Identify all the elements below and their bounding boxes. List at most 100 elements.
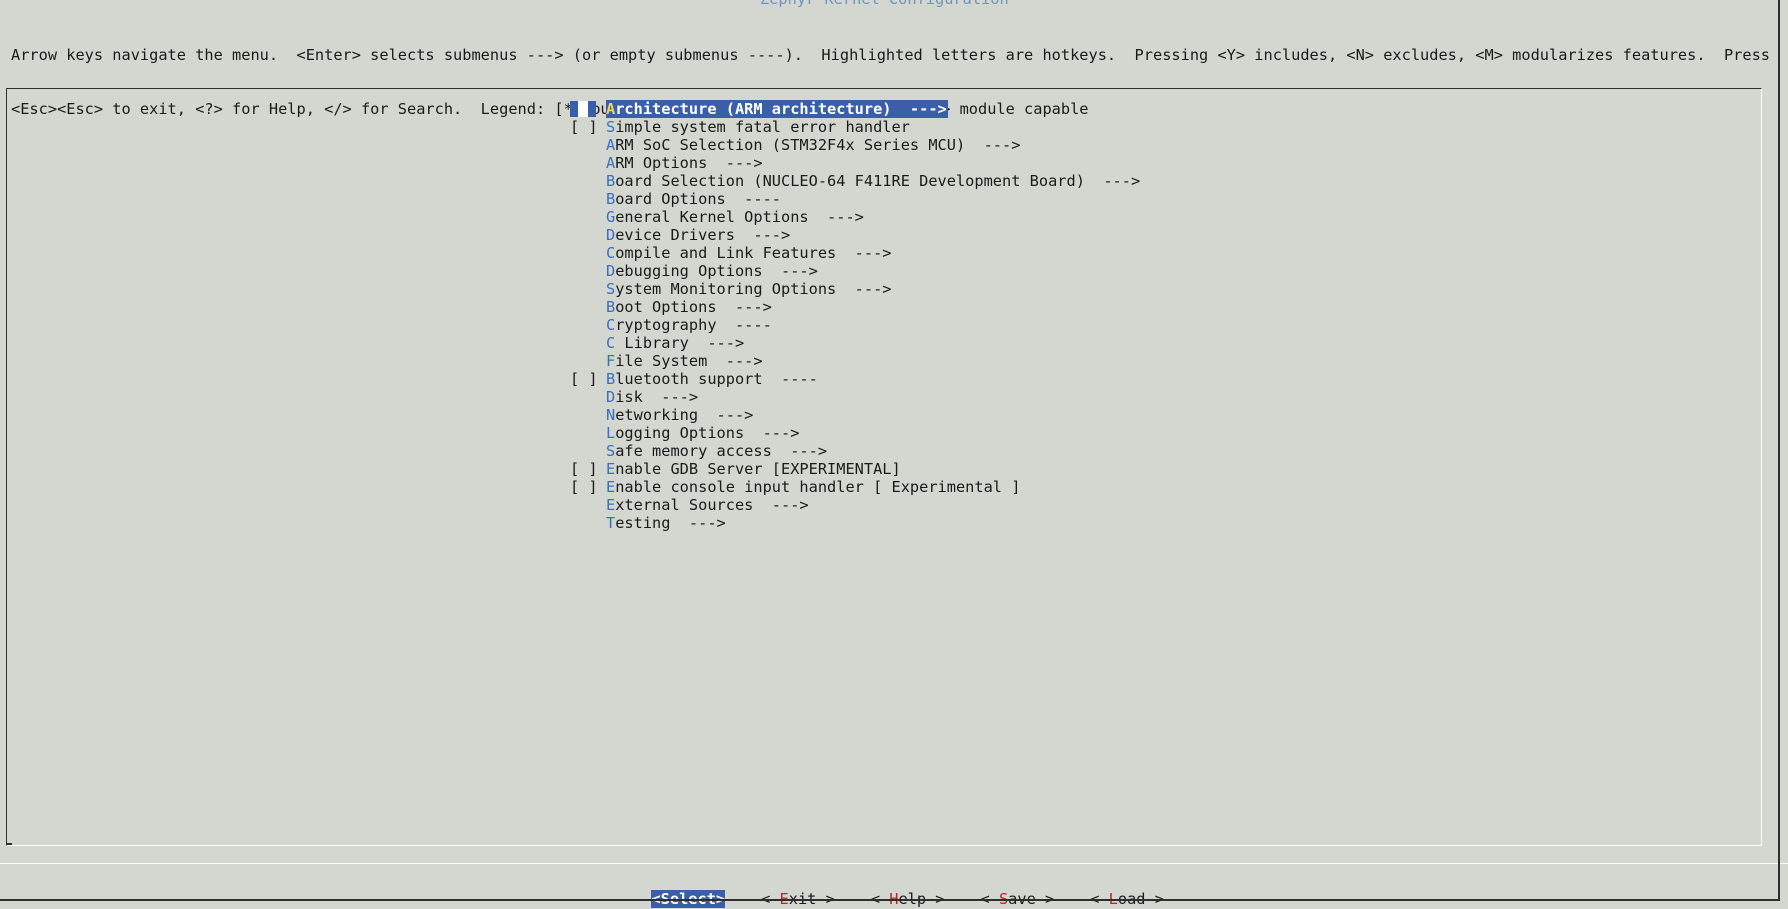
- menu-item[interactable]: File System --->: [570, 352, 1140, 370]
- menu-item[interactable]: ARM SoC Selection (STM32F4x Series MCU) …: [570, 136, 1140, 154]
- menu-item-label: Compile and Link Features --->: [606, 244, 892, 262]
- menu-item-hotkey: N: [606, 406, 616, 424]
- menu-item-label: Bluetooth support ----: [606, 370, 818, 388]
- menu-item-checkbox: [ ]: [570, 370, 598, 388]
- menu-item[interactable]: [ ] Bluetooth support ----: [570, 370, 1140, 388]
- menu-item-hotkey: C: [606, 316, 616, 334]
- menu-item-label: Networking --->: [606, 406, 753, 424]
- menu-item[interactable]: ARM Options --->: [570, 154, 1140, 172]
- menu-item[interactable]: Safe memory access --->: [570, 442, 1140, 460]
- menu-cursor: [570, 101, 578, 117]
- menu-item-text: oot Options --->: [615, 298, 772, 316]
- menu-item-text: rchitecture (ARM architecture) --->: [615, 100, 947, 118]
- menu-item-text: isk --->: [615, 388, 699, 406]
- menu-item-checkbox: [ ]: [570, 118, 598, 136]
- menu-item-label: Simple system fatal error handler: [606, 118, 910, 136]
- menu-item-hotkey: F: [606, 352, 616, 370]
- menu-item-hotkey: E: [606, 460, 616, 478]
- menu-item-label: System Monitoring Options --->: [606, 280, 892, 298]
- menu-item[interactable]: Networking --->: [570, 406, 1140, 424]
- menu-item-hotkey: C: [606, 244, 616, 262]
- menu-item[interactable]: Architecture (ARM architecture) --->: [570, 100, 1140, 118]
- menu-item-label: Board Options ----: [606, 190, 781, 208]
- menu-item-text: ryptography ----: [615, 316, 772, 334]
- help-line-1: Arrow keys navigate the menu. <Enter> se…: [11, 46, 1771, 64]
- menu-item-text: ebugging Options --->: [615, 262, 818, 280]
- menu-item[interactable]: Board Options ----: [570, 190, 1140, 208]
- menu-item[interactable]: [ ] Simple system fatal error handler: [570, 118, 1140, 136]
- menu-item[interactable]: C Library --->: [570, 334, 1140, 352]
- menu-item-hotkey: B: [606, 370, 616, 388]
- menu-item-hotkey: E: [606, 496, 616, 514]
- menu-item-hotkey: B: [606, 298, 616, 316]
- menu-item-hotkey: G: [606, 208, 616, 226]
- menu-item-label: C Library --->: [606, 334, 744, 352]
- bottom-separator: [0, 863, 1788, 864]
- menu-item-text: ystem Monitoring Options --->: [615, 280, 892, 298]
- menu-item[interactable]: Testing --->: [570, 514, 1140, 532]
- menu-item-text: xternal Sources --->: [615, 496, 809, 514]
- menu-item-label: Logging Options --->: [606, 424, 799, 442]
- menu-item[interactable]: [ ] Enable console input handler [ Experi…: [570, 478, 1140, 496]
- menu-item-hotkey: S: [606, 118, 616, 136]
- menu-item-checkbox: [ ]: [570, 478, 598, 496]
- menu-item[interactable]: Logging Options --->: [570, 424, 1140, 442]
- menu-item[interactable]: Board Selection (NUCLEO-64 F411RE Develo…: [570, 172, 1140, 190]
- menu-item-hotkey: B: [606, 172, 616, 190]
- menu-item-label: Testing --->: [606, 514, 726, 532]
- menu-cursor-pad: [588, 101, 596, 117]
- window-right-edge: [1778, 0, 1780, 900]
- menu-item-label: ARM SoC Selection (STM32F4x Series MCU) …: [606, 136, 1020, 154]
- menu-item-label: Enable GDB Server [EXPERIMENTAL]: [606, 460, 901, 478]
- window-title: Zephyr Kernel Configuration: [760, 0, 1009, 8]
- menu-item-hotkey: B: [606, 190, 616, 208]
- menu-item-hotkey: D: [606, 388, 616, 406]
- menu-item[interactable]: System Monitoring Options --->: [570, 280, 1140, 298]
- menu-item-checkbox: [ ]: [570, 460, 598, 478]
- menu-item-text: ogging Options --->: [615, 424, 800, 442]
- menu-item-text: RM SoC Selection (STM32F4x Series MCU) -…: [615, 136, 1021, 154]
- menu-item-hotkey: C: [606, 334, 616, 352]
- menu-item-label: General Kernel Options --->: [606, 208, 864, 226]
- menu-item-text: eneral Kernel Options --->: [615, 208, 864, 226]
- menu-item-hotkey: D: [606, 262, 616, 280]
- menu-item-label: Disk --->: [606, 388, 698, 406]
- menu-cursor-gap: [578, 101, 588, 117]
- menu-item-text: evice Drivers --->: [615, 226, 791, 244]
- menu-item-text: Library --->: [615, 334, 745, 352]
- menu-item[interactable]: General Kernel Options --->: [570, 208, 1140, 226]
- menu-item[interactable]: Device Drivers --->: [570, 226, 1140, 244]
- menu-item-hotkey: E: [606, 478, 616, 496]
- menu-item[interactable]: [ ] Enable GDB Server [EXPERIMENTAL]: [570, 460, 1140, 478]
- menu-item-label: Device Drivers --->: [606, 226, 790, 244]
- menu-item[interactable]: Debugging Options --->: [570, 262, 1140, 280]
- menu-item-hotkey: A: [606, 136, 616, 154]
- frame-corner: [6, 843, 12, 845]
- menu-item-text: oard Selection (NUCLEO-64 F411RE Develop…: [615, 172, 1141, 190]
- menu-item-label: External Sources --->: [606, 496, 809, 514]
- menu-item-text: ile System --->: [615, 352, 763, 370]
- menu-item[interactable]: Boot Options --->: [570, 298, 1140, 316]
- menu-item[interactable]: Cryptography ----: [570, 316, 1140, 334]
- menu-item-text: esting --->: [615, 514, 726, 532]
- menu-list: Architecture (ARM architecture) ---> [ ] S…: [570, 100, 1140, 532]
- menu-item-hotkey: D: [606, 226, 616, 244]
- menu-item-text: nable GDB Server [EXPERIMENTAL]: [615, 460, 901, 478]
- menu-item-label: Boot Options --->: [606, 298, 772, 316]
- menu-item-text: ompile and Link Features --->: [615, 244, 892, 262]
- menu-item-text: RM Options --->: [615, 154, 763, 172]
- menu-item-checkbox: [570, 100, 606, 118]
- menu-item-hotkey: S: [606, 442, 616, 460]
- title-strip: Zephyr Kernel Configuration: [0, 0, 1788, 8]
- menu-item[interactable]: External Sources --->: [570, 496, 1140, 514]
- menu-item-hotkey: S: [606, 280, 616, 298]
- menu-item-label: Safe memory access --->: [606, 442, 827, 460]
- menu-item-text: nable console input handler [ Experiment…: [615, 478, 1021, 496]
- menu-item-text: imple system fatal error handler: [615, 118, 910, 136]
- menu-item-text: afe memory access --->: [615, 442, 828, 460]
- menu-item-hotkey: A: [606, 154, 616, 172]
- window-bottom-edge: [0, 899, 1780, 901]
- menu-item[interactable]: Disk --->: [570, 388, 1140, 406]
- menu-item[interactable]: Compile and Link Features --->: [570, 244, 1140, 262]
- menu-item-label: Architecture (ARM architecture) --->: [606, 100, 948, 118]
